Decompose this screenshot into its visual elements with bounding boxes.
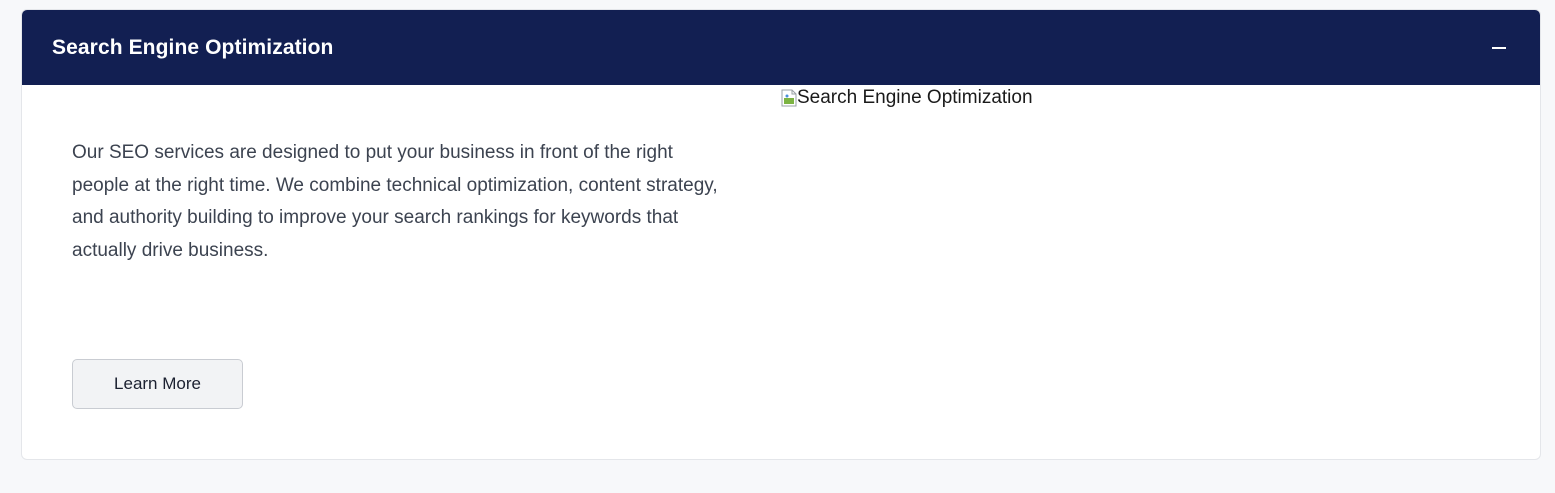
accordion-panel-seo: Search Engine Optimization Our SEO servi…	[21, 9, 1541, 460]
broken-image-icon	[781, 89, 797, 107]
service-image: Search Engine Optimization	[781, 87, 1033, 109]
minus-icon[interactable]	[1488, 37, 1510, 59]
service-description: Our SEO services are designed to put you…	[72, 142, 718, 261]
accordion-header[interactable]: Search Engine Optimization	[22, 10, 1540, 85]
accordion-title: Search Engine Optimization	[52, 35, 334, 59]
minus-icon-bar	[1492, 46, 1506, 49]
accordion-body: Our SEO services are designed to put you…	[22, 85, 1540, 459]
image-alt-text: Search Engine Optimization	[797, 87, 1033, 108]
learn-more-button[interactable]: Learn More	[72, 359, 243, 409]
